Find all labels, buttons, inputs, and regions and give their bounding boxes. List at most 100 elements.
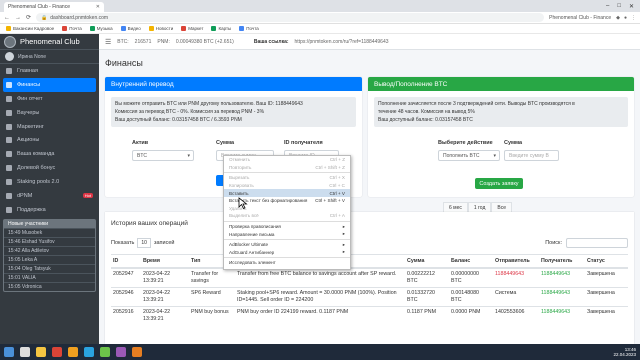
sidebar-item-marketing[interactable]: Маркетинг [0,120,99,134]
sidebar-item-fin-report[interactable]: Фин отчет [0,92,99,106]
chrome-icon[interactable] [52,347,62,357]
bookmark[interactable]: Видео [120,26,141,31]
extension-icon[interactable]: ◆ [616,15,620,21]
bookmark[interactable]: Маркет [181,26,203,31]
sidebar-item-promotions[interactable]: Акционы [0,133,99,147]
create-request-button[interactable]: Создать заявку [475,178,523,189]
forward-icon[interactable]: → [15,15,21,21]
pnm-value: 0.00049380 BTC (+2.651) [175,38,234,45]
address-bar: ← → ⟳ 🔒 dashboard.pnmtoken.com Phenomena… [0,12,640,24]
sidebar-item-home[interactable]: Главная [0,64,99,78]
withdraw-card: Вывод/Пополнение BTC Пополнение зачисляе… [368,77,634,197]
bookmark[interactable]: Почта [62,26,82,31]
close-tab-icon[interactable]: ✕ [96,4,100,10]
withdraw-amount-label: Сумма [504,140,523,146]
mouse-cursor-icon [238,197,248,209]
app-icon[interactable] [100,347,110,357]
ticket-icon [6,109,12,116]
col-sender[interactable]: Отправитель [493,254,539,269]
menu-item-shortcut: ▸ [342,249,345,255]
btc-label: BTC: [117,38,129,45]
yandex-icon[interactable] [68,347,78,357]
menu-item-shortcut: Ctrl + Shift + V [315,198,345,204]
menu-item-shortcut: ▸ [342,223,345,229]
menu-item-label: Вставить [229,190,249,196]
page-length-control: Показать 10 записей [111,238,175,248]
bookmark-icon [239,26,245,31]
extensions: ◆ ● ⋮ [616,15,636,21]
info-line: Вы можете отправить BTC или PNM другому … [115,101,303,107]
amount-label: Сумма [216,140,235,146]
brand-logo [4,35,16,48]
bookmark[interactable]: Новости [148,26,173,31]
maximize-icon[interactable]: □ [617,3,621,9]
user-panel[interactable]: Ирина None [0,50,99,64]
col-time[interactable]: Время [141,254,189,269]
menu-item-shortcut: Ctrl + C [329,183,345,189]
bookmark[interactable]: Музыка [89,26,113,31]
browser-tab[interactable]: Phenomenal Club - Finance ✕ [4,2,104,12]
telegram-icon[interactable] [84,347,94,357]
brand[interactable]: Phenomenal Club [0,34,99,50]
bookmark[interactable]: Карты [211,26,231,31]
col-sum[interactable]: Сумма [405,254,449,269]
bookmark[interactable]: Вакансии Кадровое [6,26,54,31]
sidebar-item-support[interactable]: Поддержка [0,203,99,217]
context-menu-item[interactable]: Исследовать элемент [224,259,350,267]
menu-item-shortcut: Ctrl + A [329,213,345,219]
col-id[interactable]: ID [111,254,141,269]
context-menu-item[interactable]: AdBlocker Ultimate ▸ [224,241,350,249]
page-length-select[interactable]: 10 [137,238,151,248]
url-field[interactable]: 🔒 dashboard.pnmtoken.com [36,13,545,22]
sidebar-item-share-bonus[interactable]: Долевой бонус [0,161,99,175]
users-icon [6,151,12,158]
app-icon[interactable] [132,347,142,357]
context-menu-item[interactable]: Проверка правописания ▸ [224,223,350,231]
search-icon[interactable] [20,347,30,357]
window-close-icon[interactable]: ✕ [629,3,634,10]
menu-item-label: Направление письма [229,231,275,237]
context-menu-item: Копировать Ctrl + C [224,182,350,190]
menu-icon[interactable]: ⋮ [631,15,636,21]
table-row: 2052946 2023-04-22 13:39:21 SP6 Reward S… [111,287,628,307]
context-menu-item[interactable]: AdGuard Антибаннер ▸ [224,249,350,257]
lock-icon: 🔒 [41,14,48,21]
sidebar-item-team[interactable]: Ваша команда [0,147,99,161]
browser-tab-strip: Phenomenal Club - Finance ✕ – □ ✕ [0,0,640,12]
sidebar-item-dpnm[interactable]: dPNM Hot [0,189,99,203]
table-header-row: ID Время Тип Описание Сумма Баланс Отпра… [111,254,628,269]
col-balance[interactable]: Баланс [449,254,493,269]
app-icon[interactable] [116,347,126,357]
start-icon[interactable] [4,347,14,357]
sidebar-item-finance[interactable]: Финансы [3,77,96,92]
reload-icon[interactable]: ⟳ [26,14,31,21]
hamburger-icon[interactable]: ☰ [105,38,111,46]
report-icon [6,95,12,102]
layers-icon [6,179,12,186]
ref-link[interactable]: https://pnmtoken.com/ru/?ref=1188449643 [295,39,389,45]
context-menu-item[interactable]: Направление письма ▸ [224,230,350,238]
col-status[interactable]: Статус [585,254,628,269]
bookmark[interactable]: Почта [239,26,259,31]
minimize-icon[interactable]: – [606,3,609,9]
action-select[interactable]: Пополнить BTC ▾ [438,150,500,161]
context-menu-item: Отменить Ctrl + Z [224,156,350,164]
table-search: Поиск: [545,238,628,248]
system-clock[interactable]: 13:46 22.04.2023 [613,347,636,357]
asset-select[interactable]: BTC ▾ [132,150,194,161]
menu-item-label: AdBlocker Ultimate [229,242,269,248]
sidebar-item-staking[interactable]: Staking pools 2.0 [0,175,99,189]
avatar [5,52,14,61]
table-search-input[interactable] [566,238,628,248]
explorer-icon[interactable] [36,347,46,357]
sidebar-item-vouchers[interactable]: Ваучеры [0,106,99,120]
col-receiver[interactable]: Получатель [539,254,585,269]
menu-item-label: Отменить [229,157,250,163]
new-user-item: 15:46 Elshad Yusifov [4,236,95,246]
withdraw-amount-input[interactable]: Введите сумму В [504,150,559,161]
extension-icon[interactable]: ● [624,15,627,21]
new-users-panel: Новые участники 15:49 Musobek 15:46 Elsh… [3,218,96,292]
context-menu-item[interactable]: Вставить Ctrl + V [224,189,350,197]
back-icon[interactable]: ← [4,15,10,21]
chart-icon [6,123,12,130]
